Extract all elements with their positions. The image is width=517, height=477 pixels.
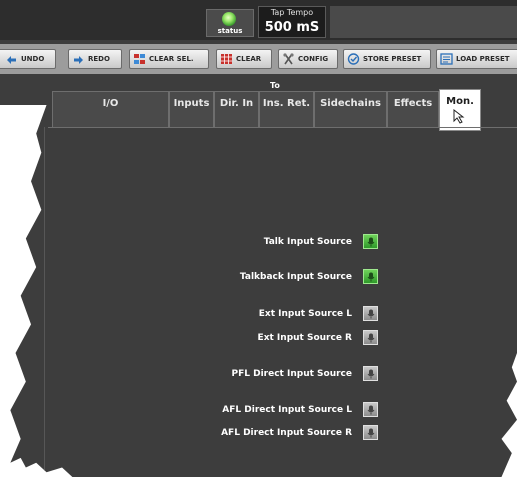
mouse-cursor-icon (453, 109, 465, 124)
undo-button[interactable]: UNDO (0, 49, 56, 69)
afl-direct-input-source-r-label: AFL Direct Input Source R (221, 428, 352, 438)
left-column-divider (44, 127, 45, 477)
routing-panel: status Tap Tempo 500 mS UNDO REDO CLEAR … (0, 0, 517, 477)
load-preset-label: LOAD PRESET (456, 55, 510, 63)
clear-selection-label: CLEAR SEL. (149, 55, 194, 63)
tap-tempo-display[interactable]: Tap Tempo 500 mS (258, 6, 326, 38)
microphone-icon (367, 333, 375, 343)
top-strip-blank-area (330, 6, 517, 38)
tab-effects[interactable]: Effects (387, 91, 439, 127)
tab-mon[interactable]: Mon. (439, 89, 481, 131)
afl-direct-input-source-l-label: AFL Direct Input Source L (222, 405, 352, 415)
load-preset-icon (440, 53, 453, 65)
status-led-icon (222, 12, 236, 26)
clear-grid-icon (221, 54, 232, 64)
microphone-icon (367, 428, 375, 438)
status-button[interactable]: status (206, 9, 254, 37)
ext-input-source-r-label: Ext Input Source R (257, 333, 352, 343)
load-preset-button[interactable]: LOAD PRESET (436, 49, 517, 69)
microphone-icon (367, 309, 375, 319)
tab-bar-baseline (48, 127, 517, 128)
ext-input-source-l-label: Ext Input Source L (258, 309, 352, 319)
ext-input-source-l-toggle[interactable] (363, 306, 378, 321)
clear-button[interactable]: CLEAR (216, 49, 272, 69)
talkback-input-source-toggle[interactable] (363, 269, 378, 284)
undo-icon (7, 56, 16, 64)
undo-label: UNDO (21, 55, 45, 63)
tap-tempo-value: 500 mS (264, 20, 320, 35)
tab-sidechains[interactable]: Sidechains (314, 91, 387, 127)
config-button[interactable]: CONFIG (278, 49, 338, 69)
top-status-strip: status Tap Tempo 500 mS (0, 0, 517, 40)
talkback-input-source-label: Talkback Input Source (239, 272, 352, 282)
toolbar: UNDO REDO CLEAR SEL. CLEAR CONFIG STORE … (0, 44, 517, 74)
microphone-icon (367, 272, 375, 282)
pfl-direct-input-source-label: PFL Direct Input Source (231, 369, 352, 379)
clear-selection-icon (134, 54, 145, 64)
status-label: status (217, 27, 243, 35)
tab-ins-ret[interactable]: Ins. Ret. (259, 91, 314, 127)
microphone-icon (367, 369, 375, 379)
store-preset-button[interactable]: STORE PRESET (343, 49, 431, 69)
microphone-icon (367, 237, 375, 247)
microphone-icon (367, 405, 375, 415)
talk-input-source-label: Talk Input Source (263, 237, 352, 247)
afl-direct-input-source-l-toggle[interactable] (363, 402, 378, 417)
clear-label: CLEAR (236, 55, 262, 63)
app-window: status Tap Tempo 500 mS UNDO REDO CLEAR … (0, 0, 517, 477)
to-header-label: To (270, 81, 280, 90)
store-preset-label: STORE PRESET (363, 55, 422, 63)
redo-button[interactable]: REDO (68, 49, 122, 69)
tab-io[interactable]: I/O (52, 91, 169, 127)
clear-selection-button[interactable]: CLEAR SEL. (129, 49, 209, 69)
tab-inputs[interactable]: Inputs (169, 91, 214, 127)
store-preset-icon (347, 53, 360, 65)
redo-label: REDO (88, 55, 110, 63)
config-tools-icon (283, 53, 294, 65)
config-label: CONFIG (298, 55, 329, 63)
ext-input-source-r-toggle[interactable] (363, 330, 378, 345)
pfl-direct-input-source-toggle[interactable] (363, 366, 378, 381)
redo-icon (74, 56, 83, 64)
tab-mon-label: Mon. (446, 96, 474, 107)
tap-tempo-title: Tap Tempo (270, 8, 314, 17)
tab-dir-in[interactable]: Dir. In (214, 91, 259, 127)
talk-input-source-toggle[interactable] (363, 234, 378, 249)
afl-direct-input-source-r-toggle[interactable] (363, 425, 378, 440)
